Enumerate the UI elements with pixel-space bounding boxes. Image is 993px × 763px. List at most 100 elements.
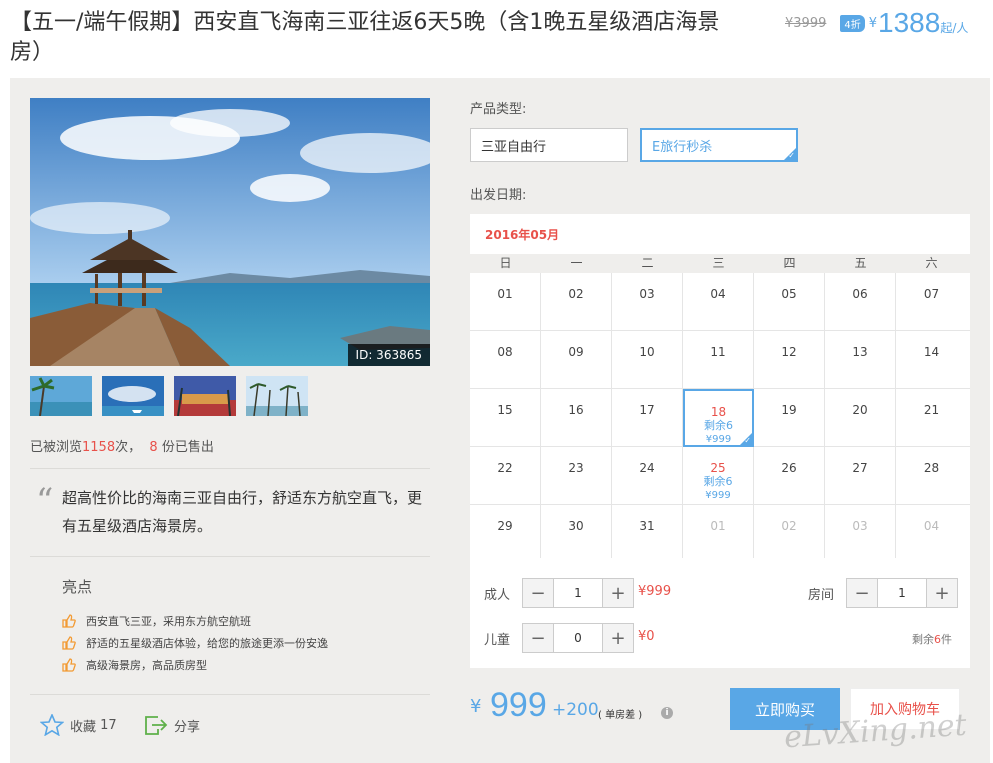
product-description: 超高性价比的海南三亚自由行，舒适东方航空直飞，更有五星级酒店海景房。 <box>62 489 423 535</box>
day-number: 25 <box>710 461 726 475</box>
calendar-grid: 01 02 03 04 05 06 07 08 09 10 11 12 13 14 15 16 17 18 剩余6 ¥… <box>470 273 970 563</box>
weekday-mon: 一 <box>570 256 583 270</box>
calendar-day: 31 <box>612 505 683 563</box>
day-number: 31 <box>639 519 655 533</box>
thumbnail-4[interactable] <box>246 376 308 416</box>
header-price: ¥3999 4折 ¥ 1388 起/人 <box>785 7 969 38</box>
day-number: 26 <box>781 461 797 475</box>
highlight-text: 西安直飞三亚，采用东方航空航班 <box>86 615 251 628</box>
room-qty[interactable]: 1 <box>877 579 927 607</box>
child-qty[interactable]: 0 <box>553 624 603 652</box>
calendar-day: 03 <box>612 273 683 331</box>
favorite-button[interactable]: 收藏 17 <box>40 714 117 736</box>
check-icon: ✓ <box>744 436 751 445</box>
type-option-label: E旅行秒杀 <box>652 139 713 155</box>
weekday-tue: 二 <box>641 256 654 270</box>
type-option-sanya[interactable]: 三亚自由行 <box>470 128 628 162</box>
thumbs-up-icon <box>62 636 76 650</box>
child-stepper[interactable]: − 0 + <box>522 623 634 653</box>
surcharge-note: ( 单房差 ) <box>598 710 643 721</box>
starting-price: 1388 <box>878 7 941 38</box>
day-number: 03 <box>639 287 655 301</box>
stock-prefix: 剩余 <box>912 633 934 646</box>
thumbnail-1[interactable] <box>30 376 92 416</box>
day-number: 20 <box>852 403 868 417</box>
day-number: 06 <box>852 287 868 301</box>
calendar-day: 28 <box>896 447 967 505</box>
adult-stepper[interactable]: − 1 + <box>522 578 634 608</box>
single-room-surcharge: +200 <box>552 700 599 720</box>
day-number: 05 <box>781 287 797 301</box>
share-button[interactable]: 分享 <box>144 714 200 736</box>
minus-button[interactable]: − <box>523 624 553 652</box>
stock-suffix: 件 <box>941 633 952 646</box>
adult-label: 成人 <box>484 588 511 603</box>
highlight-text: 高级海景房，高品质房型 <box>86 659 207 672</box>
thumbnail-2[interactable] <box>102 376 164 416</box>
calendar-day: 01 <box>683 505 754 563</box>
day-number: 29 <box>497 519 513 533</box>
stock-remaining: 剩余6件 <box>912 631 952 647</box>
calendar-day: 04 <box>896 505 967 563</box>
day-number: 24 <box>639 461 655 475</box>
info-icon[interactable]: i <box>661 707 673 719</box>
product-type-label: 产品类型: <box>470 102 527 117</box>
type-option-flash-sale[interactable]: E旅行秒杀 ✓ <box>640 128 798 162</box>
calendar-day: 27 <box>825 447 896 505</box>
weekday-header: 日 一 二 三 四 五 六 <box>470 254 970 273</box>
old-price: ¥3999 <box>785 15 827 31</box>
thumb-beach-palms <box>30 376 92 416</box>
day-number: 27 <box>852 461 868 475</box>
favorite-label: 收藏 <box>70 719 97 735</box>
highlight-item: 高级海景房，高品质房型 <box>62 654 328 676</box>
weekday-sun: 日 <box>499 256 512 270</box>
day-number: 12 <box>781 345 797 359</box>
price-unit: 起/人 <box>940 20 969 35</box>
day-price: ¥999 <box>705 490 731 501</box>
room-stepper[interactable]: − 1 + <box>846 578 958 608</box>
day-number: 04 <box>923 519 940 533</box>
room-label: 房间 <box>808 588 835 603</box>
calendar-day: 08 <box>470 331 541 389</box>
day-number: 07 <box>923 287 940 301</box>
sold-suffix: 份已售出 <box>161 440 214 455</box>
calendar-day[interactable]: 18 剩余6 ¥999 ✓ <box>683 389 754 447</box>
day-number: 30 <box>568 519 584 533</box>
day-number: 17 <box>639 403 655 417</box>
day-remaining: 剩余6 <box>704 419 733 432</box>
calendar-day: 05 <box>754 273 825 331</box>
day-number: 23 <box>568 461 584 475</box>
day-number: 01 <box>710 519 726 533</box>
adult-qty[interactable]: 1 <box>553 579 603 607</box>
day-remaining: 剩余6 <box>703 475 733 488</box>
thumbnail-3[interactable] <box>174 376 236 416</box>
plus-button[interactable]: + <box>603 624 633 652</box>
weekday-thu: 四 <box>783 256 796 270</box>
day-number: 08 <box>497 345 513 359</box>
calendar-day: 14 <box>896 331 967 389</box>
quote-icon: “ <box>36 481 54 521</box>
child-label: 儿童 <box>484 633 511 648</box>
views-count: 1158 <box>82 440 116 455</box>
minus-button[interactable]: − <box>847 579 877 607</box>
calendar-month: 2016年05月 <box>485 228 560 242</box>
calendar-day: 12 <box>754 331 825 389</box>
calendar-day: 07 <box>896 273 967 331</box>
main-image[interactable]: ID: 363865 <box>30 98 430 366</box>
final-price: 999 <box>490 686 547 724</box>
day-number: 28 <box>923 461 940 475</box>
calendar-week: 22 23 24 25 剩余6 ¥999 26 27 28 <box>470 447 970 505</box>
star-icon <box>40 714 64 736</box>
thumbnail-strip <box>30 376 308 416</box>
plus-button[interactable]: + <box>927 579 957 607</box>
highlights-title: 亮点 <box>62 578 93 596</box>
discount-badge: 4折 <box>840 14 865 32</box>
day-number: 04 <box>710 287 726 301</box>
calendar-day: 17 <box>612 389 683 447</box>
calendar-day[interactable]: 25 剩余6 ¥999 <box>683 447 754 505</box>
day-number: 11 <box>710 345 726 359</box>
plus-button[interactable]: + <box>603 579 633 607</box>
weekday-sat: 六 <box>925 256 938 270</box>
minus-button[interactable]: − <box>523 579 553 607</box>
calendar-day: 30 <box>541 505 612 563</box>
